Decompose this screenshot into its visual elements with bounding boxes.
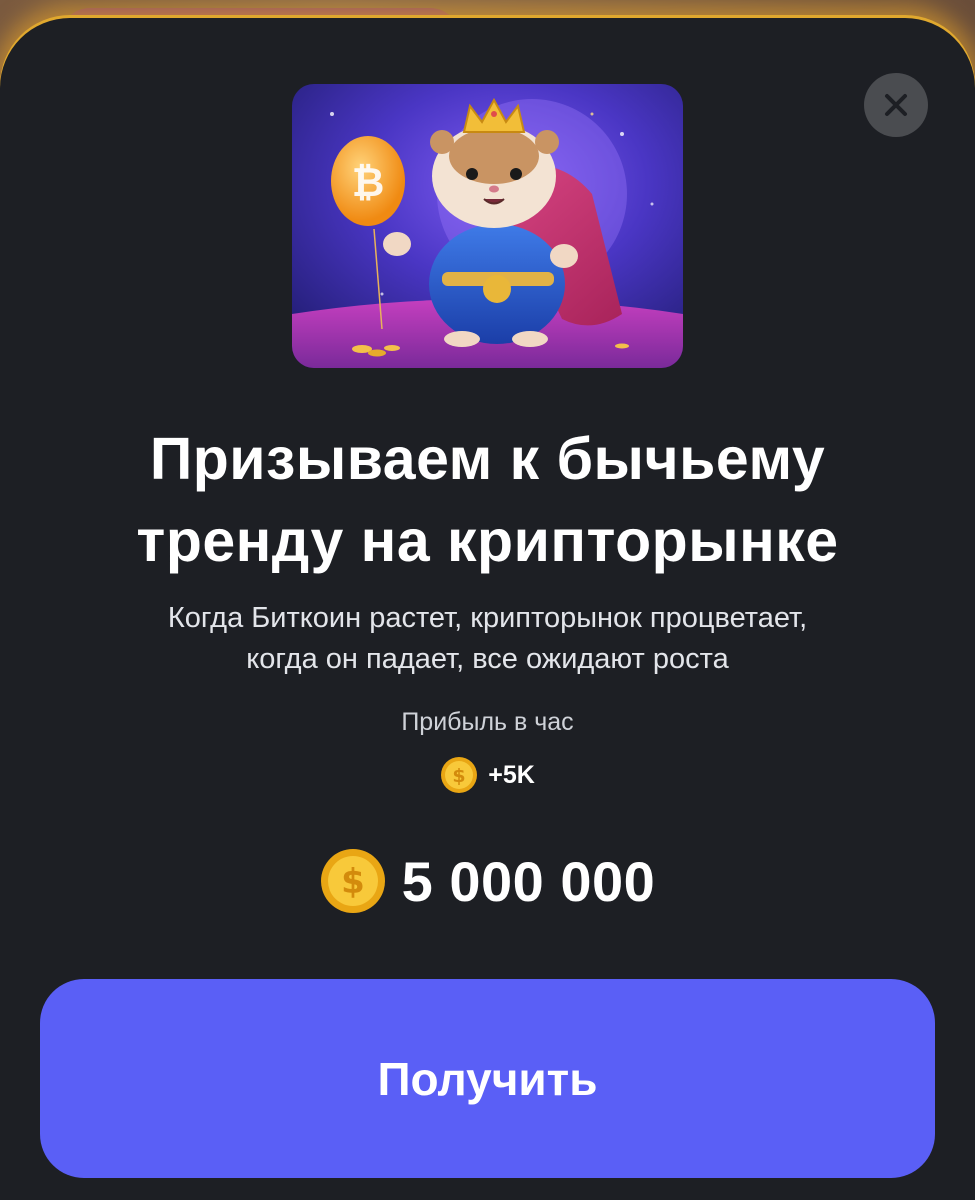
coin-icon: $ (441, 757, 478, 793)
coin-icon: $ (320, 849, 385, 913)
get-button[interactable]: Получить (40, 979, 935, 1178)
close-button[interactable] (864, 73, 928, 137)
price-value: 5 000 000 (401, 849, 656, 913)
profit-per-hour-value: +5K (488, 760, 535, 789)
upgrade-price: $ 5 000 000 (0, 848, 975, 914)
card-title-line-2: тренду на крипторынке (136, 508, 839, 574)
card-title-line-1: Призываем к бычьему (149, 426, 826, 492)
card-title: Призываем к бычьему тренду на крипторынк… (0, 418, 975, 582)
hamster-king-illustration: ₿ (292, 84, 683, 368)
close-icon (885, 94, 907, 116)
card-description-line-1: Когда Биткоин растет, крипторынок процве… (167, 602, 808, 634)
card-image: ₿ (292, 84, 683, 368)
profit-per-hour: $ +5K (0, 756, 975, 794)
card-description: Когда Биткоин растет, крипторынок процве… (0, 598, 975, 680)
svg-text:$: $ (341, 862, 365, 902)
profit-per-hour-label: Прибыль в час (401, 708, 574, 736)
upgrade-card-sheet: ₿ Призываем к бычьему тренду на крипторы… (0, 18, 975, 1200)
card-description-line-2: когда он падает, все ожидают роста (246, 643, 729, 675)
svg-text:₿: ₿ (352, 160, 385, 206)
svg-text:$: $ (453, 765, 466, 787)
